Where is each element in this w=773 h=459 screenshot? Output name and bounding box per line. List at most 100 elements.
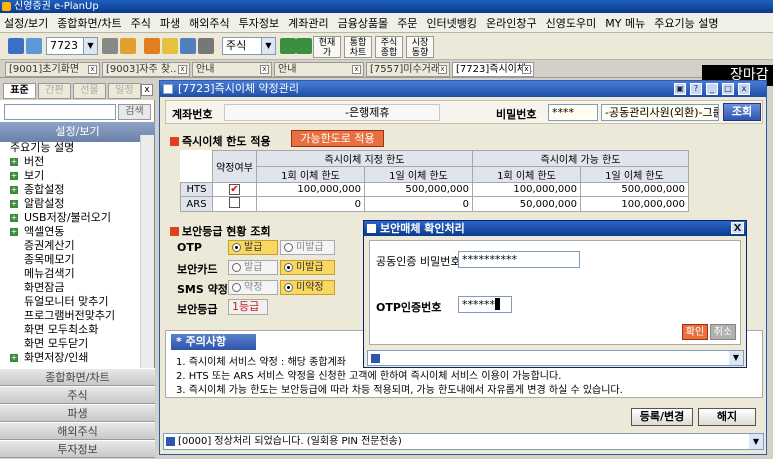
menu-derivatives[interactable]: 파생 [160, 15, 180, 31]
tab-9003[interactable]: [9003]자주 찾.. x [102, 62, 190, 77]
plus-icon[interactable]: + [10, 354, 18, 362]
close-icon[interactable]: x [438, 65, 447, 74]
close-icon[interactable]: x [352, 65, 361, 74]
menu-order[interactable]: 주문 [397, 15, 417, 31]
close-icon[interactable]: x [178, 65, 187, 74]
category-combo[interactable]: 주식 ▼ [222, 37, 276, 55]
sidebar-item[interactable]: + 액셀연동 [0, 225, 140, 239]
plus-icon[interactable]: + [10, 228, 18, 236]
next-icon[interactable] [296, 38, 312, 54]
chevron-down-icon[interactable]: ▼ [749, 434, 763, 449]
sidebar-item[interactable]: + 버전 [0, 155, 140, 169]
menu-info[interactable]: 투자정보 [239, 15, 279, 31]
sidebar-item[interactable]: 종목메모기 [0, 253, 140, 267]
chevron-down-icon[interactable]: ▼ [261, 38, 275, 54]
cancel-agreement-button[interactable]: 해지 [698, 408, 756, 426]
print-icon[interactable] [198, 38, 214, 54]
menu-help[interactable]: 신영도우미 [546, 15, 597, 31]
help-icon[interactable]: ? [690, 83, 702, 95]
search-button[interactable]: 조회 [723, 103, 761, 121]
ars-set-day-input[interactable]: 0 [364, 196, 473, 212]
cert-password-input[interactable]: ********** [458, 251, 580, 268]
menu-features[interactable]: 주요기능 설명 [654, 15, 718, 31]
sidebar-section-derivatives[interactable]: 파생 [0, 404, 155, 422]
sidebar-item[interactable]: 화면 모두닫기 [0, 337, 140, 351]
hts-set-once-input[interactable]: 100,000,000 [256, 182, 365, 197]
sidebar-tab-schedule[interactable]: 일정 [108, 83, 141, 99]
arrow-icon[interactable] [8, 38, 24, 54]
close-icon[interactable]: X [731, 222, 744, 234]
tab-9001[interactable]: [9001]초기화면 x [5, 62, 100, 77]
sidebar-item[interactable]: + 종합설정 [0, 183, 140, 197]
menu-banking[interactable]: 인터넷뱅킹 [426, 15, 477, 31]
sidebar-section-stock[interactable]: 주식 [0, 386, 155, 404]
stock-summary-button[interactable]: 주식 종합 [375, 36, 403, 58]
save-icon[interactable] [180, 38, 196, 54]
confirm-button[interactable]: 확인 [682, 324, 708, 340]
maximize-icon[interactable]: □ [722, 83, 734, 95]
sidebar-group-settings[interactable]: 설정/보기 [0, 122, 155, 142]
close-icon[interactable]: x [141, 84, 153, 96]
add-icon[interactable] [280, 38, 296, 54]
otp-code-input[interactable]: ****** [458, 296, 512, 313]
password-input[interactable]: **** [548, 104, 598, 121]
search-icon[interactable] [102, 38, 118, 54]
menu-overseas[interactable]: 해외주식 [189, 15, 229, 31]
cancel-button[interactable]: 취소 [710, 324, 736, 340]
plus-icon[interactable]: + [10, 214, 18, 222]
close-icon[interactable]: x [738, 83, 750, 95]
sidebar-item[interactable]: 듀얼모니터 맞추기 [0, 295, 140, 309]
sidebar-section-overview[interactable]: 종합화면/차트 [0, 368, 155, 386]
tab-7723[interactable]: [7723]즉시이체.. x [452, 62, 534, 77]
sidebar-item[interactable]: 화면 모두최소화 [0, 323, 140, 337]
menu-settings[interactable]: 설정/보기 [4, 15, 48, 31]
current-price-button[interactable]: 현재 가 [313, 36, 341, 58]
sidebar-search-input[interactable] [4, 104, 116, 120]
menu-account[interactable]: 계좌관리 [288, 15, 328, 31]
ars-set-once-input[interactable]: 0 [256, 196, 365, 212]
close-icon[interactable]: x [88, 65, 97, 74]
sidebar-search-button[interactable]: 검색 [118, 104, 151, 120]
sidebar-section-overseas[interactable]: 해외주식 [0, 422, 155, 440]
integrated-chart-button[interactable]: 통합 차트 [344, 36, 372, 58]
menu-online[interactable]: 온라인창구 [486, 15, 537, 31]
hts-checkbox[interactable]: ✔ [229, 184, 240, 195]
sidebar-scrollbar[interactable] [140, 135, 154, 368]
lock-icon[interactable] [162, 38, 178, 54]
hts-set-day-input[interactable]: 500,000,000 [364, 182, 473, 197]
account-field[interactable]: -은행제휴 [224, 104, 440, 121]
sidebar-item[interactable]: 프로그램버전맞추기 [0, 309, 140, 323]
sidebar-tab-standard[interactable]: 표준 [3, 83, 36, 99]
chevron-down-icon[interactable]: ▼ [729, 351, 743, 365]
menu-stock[interactable]: 주식 [131, 15, 151, 31]
sidebar-item[interactable]: + 알람설정 [0, 197, 140, 211]
menu-my[interactable]: MY 메뉴 [605, 15, 645, 31]
ars-checkbox[interactable] [229, 197, 240, 208]
sidebar-item[interactable]: 메뉴검색기 [0, 267, 140, 281]
sidebar-tab-futures[interactable]: 선물 [73, 83, 106, 99]
person-icon[interactable] [120, 38, 136, 54]
pin-icon[interactable]: ▣ [674, 83, 686, 95]
register-change-button[interactable]: 등록/변경 [631, 408, 693, 426]
gear-icon[interactable] [144, 38, 160, 54]
sidebar-item[interactable]: 화면잠금 [0, 281, 140, 295]
close-icon[interactable]: x [522, 65, 531, 74]
sidebar-section-info[interactable]: 투자정보 [0, 440, 155, 458]
market-trend-button[interactable]: 시장 동향 [406, 36, 434, 58]
tab-info-1[interactable]: 안내 x [192, 62, 272, 77]
plus-icon[interactable]: + [10, 200, 18, 208]
sidebar-item[interactable]: + 보기 [0, 169, 140, 183]
stock-code-combo[interactable]: 7723 ▼ [46, 37, 98, 55]
users-icon[interactable] [26, 38, 42, 54]
menu-products[interactable]: 금융상품몰 [338, 15, 389, 31]
plus-icon[interactable]: + [10, 172, 18, 180]
tab-info-2[interactable]: 안내 x [274, 62, 364, 77]
chevron-down-icon[interactable]: ▼ [83, 38, 97, 54]
plus-icon[interactable]: + [10, 186, 18, 194]
sidebar-tab-simple[interactable]: 간편 [38, 83, 71, 99]
minimize-icon[interactable]: _ [706, 83, 718, 95]
tab-7557[interactable]: [7557]미수거래.. x [366, 62, 450, 77]
sidebar-item[interactable]: 주요기능 설명 [0, 141, 140, 155]
plus-icon[interactable]: + [10, 158, 18, 166]
sidebar-item[interactable]: 증권계산기 [0, 239, 140, 253]
